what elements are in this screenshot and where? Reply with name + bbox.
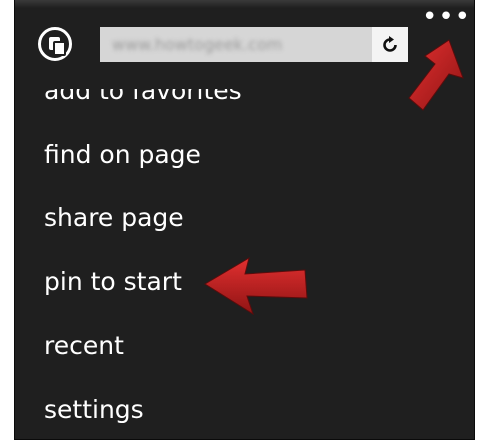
tabs-icon-front (53, 41, 66, 56)
menu-item-add-to-favorites[interactable]: add to favorites (44, 76, 242, 106)
menu-item-find-on-page[interactable]: find on page (44, 140, 201, 170)
menu-item-recent[interactable]: recent (44, 331, 124, 361)
menu-item-pin-to-start[interactable]: pin to start (44, 267, 182, 297)
menu-item-share-page[interactable]: share page (44, 203, 184, 233)
tabs-button[interactable] (38, 27, 72, 61)
red-arrow-icon (204, 256, 308, 316)
url-text[interactable]: www.howtogeek.com (100, 35, 372, 54)
menu-item-settings[interactable]: settings (44, 395, 144, 425)
red-arrow-icon (408, 39, 464, 111)
more-button[interactable]: ••• (422, 4, 471, 30)
address-bar[interactable]: www.howtogeek.com (100, 27, 408, 62)
phone-screen: add to favorites find on page share page… (14, 0, 475, 440)
